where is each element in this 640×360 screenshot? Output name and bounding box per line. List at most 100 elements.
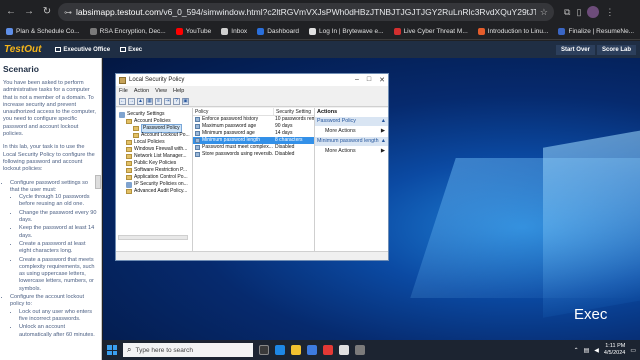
more-actions-label: More Actions	[325, 148, 356, 154]
file-explorer-icon[interactable]	[291, 345, 301, 355]
bookmark-item[interactable]: Introduction to Linu...	[477, 28, 548, 35]
back-icon[interactable]: ←	[4, 5, 18, 19]
bookmark-item[interactable]: Dashboard	[257, 28, 299, 35]
bookmark-item[interactable]: Inbox	[221, 28, 247, 35]
site-info-icon[interactable]: ⊶	[64, 8, 72, 17]
forward-icon[interactable]: →	[128, 97, 135, 105]
policy-name: Enforce password history	[202, 116, 259, 122]
chrome-icon[interactable]	[323, 345, 333, 355]
tree-node[interactable]: Public Key Policies	[116, 160, 192, 167]
policy-row[interactable]: Minimum password age 14 days	[193, 130, 314, 137]
policy-row[interactable]: Password must meet complex... Disabled	[193, 144, 314, 151]
bookmark-item[interactable]: Finalize | ResumeNe...	[558, 28, 634, 35]
volume-icon[interactable]: ◀	[594, 347, 599, 354]
up-folder-icon[interactable]: ▲	[137, 97, 144, 105]
start-over-button[interactable]: Start Over	[555, 44, 595, 55]
bookmark-item[interactable]: Live Cyber Threat M...	[393, 28, 468, 35]
bookmark-item[interactable]: YouTube	[175, 28, 211, 35]
tree-node[interactable]: IP Security Policies on...	[116, 181, 192, 188]
actions-section-header[interactable]: Minimum password length ▲	[315, 137, 388, 146]
bookmark-favicon-icon	[477, 28, 485, 35]
tree-node[interactable]: Password Policy	[116, 124, 192, 133]
menu-icon[interactable]: ⋮	[605, 7, 614, 18]
tree-node[interactable]: Application Control Po...	[116, 174, 192, 181]
more-actions-item[interactable]: More Actions ▶	[315, 146, 388, 156]
show-hide-tree-icon[interactable]: ▦	[146, 97, 153, 105]
more-actions-item[interactable]: More Actions ▶	[315, 126, 388, 136]
collapse-icon[interactable]: ▲	[381, 117, 386, 126]
tree-node[interactable]: Network List Manager...	[116, 153, 192, 160]
tree-node-label: Security Settings	[127, 111, 165, 117]
taskbar: ⌕ Type here to search ⌃ ▤ ◀ 1:11 PM 4/5/…	[103, 340, 640, 360]
address-bar[interactable]: ⊶ labsimapp.testout.com/v6_0_594/simwind…	[58, 3, 554, 21]
bookmark-item[interactable]: Plan & Schedule Co...	[6, 28, 80, 35]
policy-row[interactable]: Minimum password length 8 characters	[193, 137, 314, 144]
taskbar-clock[interactable]: 1:11 PM 4/5/2024	[604, 343, 625, 357]
menu-bar: File Action View Help	[116, 86, 388, 96]
tree-node-label: Public Key Policies	[134, 160, 177, 166]
windows-start-icon[interactable]	[107, 345, 117, 355]
menu-help[interactable]: Help	[173, 88, 184, 94]
column-security-setting[interactable]: Security Setting	[273, 108, 314, 115]
console-icon[interactable]: ▣	[182, 97, 189, 105]
bookmark-star-icon[interactable]: ☆	[540, 7, 548, 18]
forward-icon[interactable]: →	[22, 5, 36, 19]
menu-view[interactable]: View	[155, 88, 167, 94]
policy-list: Policy Security Setting Enforce password…	[193, 108, 315, 251]
tree-node[interactable]: Account Lockout Po...	[116, 132, 192, 139]
extensions-icon[interactable]: ⧉	[564, 7, 570, 18]
menu-action[interactable]: Action	[134, 88, 149, 94]
bookmark-favicon-icon	[257, 28, 265, 35]
back-icon[interactable]: ←	[119, 97, 126, 105]
properties-icon[interactable]: ≡	[155, 97, 162, 105]
tree-node[interactable]: Security Settings	[116, 111, 192, 118]
actions-section-header[interactable]: Password Policy ▲	[315, 117, 388, 126]
sidepanel-icon[interactable]: ▯	[576, 7, 581, 18]
bookmark-favicon-icon	[558, 28, 566, 35]
tree-node[interactable]: Advanced Audit Policy...	[116, 188, 192, 195]
status-bar	[116, 251, 388, 260]
help-icon[interactable]: ?	[173, 97, 180, 105]
tree-node[interactable]: Windows Firewall with...	[116, 146, 192, 153]
edge-icon[interactable]	[275, 345, 285, 355]
policy-row[interactable]: Store passwords using reversib... Disable…	[193, 151, 314, 158]
bookmark-item[interactable]: Log In | Brytewave e...	[309, 28, 384, 35]
task-view-icon[interactable]	[259, 345, 269, 355]
policy-setting: 90 days	[275, 123, 293, 129]
maximize-icon[interactable]: □	[367, 76, 371, 84]
tree-node[interactable]: Local Policies	[116, 139, 192, 146]
exec-tab[interactable]: Exec	[120, 47, 142, 53]
menu-file[interactable]: File	[119, 88, 128, 94]
bookmark-item[interactable]: RSA Encryption, Dec...	[89, 28, 166, 35]
bookmark-favicon-icon	[221, 28, 229, 35]
panel-resize-handle[interactable]	[95, 175, 101, 189]
security-policy-taskbar-icon[interactable]	[355, 345, 365, 355]
wallpaper-light	[543, 128, 640, 318]
policy-icon	[195, 117, 200, 122]
column-policy[interactable]: Policy	[193, 108, 273, 115]
tree-node-label: Application Control Po...	[134, 174, 188, 180]
chevron-up-icon[interactable]: ⌃	[574, 347, 579, 354]
profile-avatar[interactable]	[587, 6, 600, 18]
policy-icon	[195, 124, 200, 129]
score-lab-button[interactable]: Score Lab	[596, 44, 636, 55]
app-icon[interactable]	[339, 345, 349, 355]
export-list-icon[interactable]: ⇥	[164, 97, 171, 105]
requirement-item: Keep the password at least 14 days.	[19, 225, 98, 240]
horizontal-scrollbar[interactable]	[118, 235, 188, 240]
reload-icon[interactable]: ↻	[40, 5, 54, 19]
tree-node[interactable]: Software Restriction P...	[116, 167, 192, 174]
window-titlebar[interactable]: Local Security Policy – □ ✕	[116, 74, 388, 86]
taskbar-search[interactable]: ⌕ Type here to search	[123, 343, 253, 357]
minimize-icon[interactable]: –	[355, 76, 359, 84]
executive-office-tab[interactable]: Executive Office	[55, 47, 110, 53]
collapse-icon[interactable]: ▲	[381, 137, 386, 146]
policy-row[interactable]: Maximum password age 90 days	[193, 123, 314, 130]
notifications-icon[interactable]: ▭	[630, 347, 636, 354]
window-toolbar: ← → ▲ ▦ ≡ ⇥ ? ▣	[116, 96, 388, 107]
store-icon[interactable]	[307, 345, 317, 355]
policy-row[interactable]: Enforce password history 10 passwords rem…	[193, 116, 314, 123]
network-icon[interactable]: ▤	[584, 347, 590, 354]
close-icon[interactable]: ✕	[379, 76, 385, 84]
computer-icon	[55, 47, 62, 52]
